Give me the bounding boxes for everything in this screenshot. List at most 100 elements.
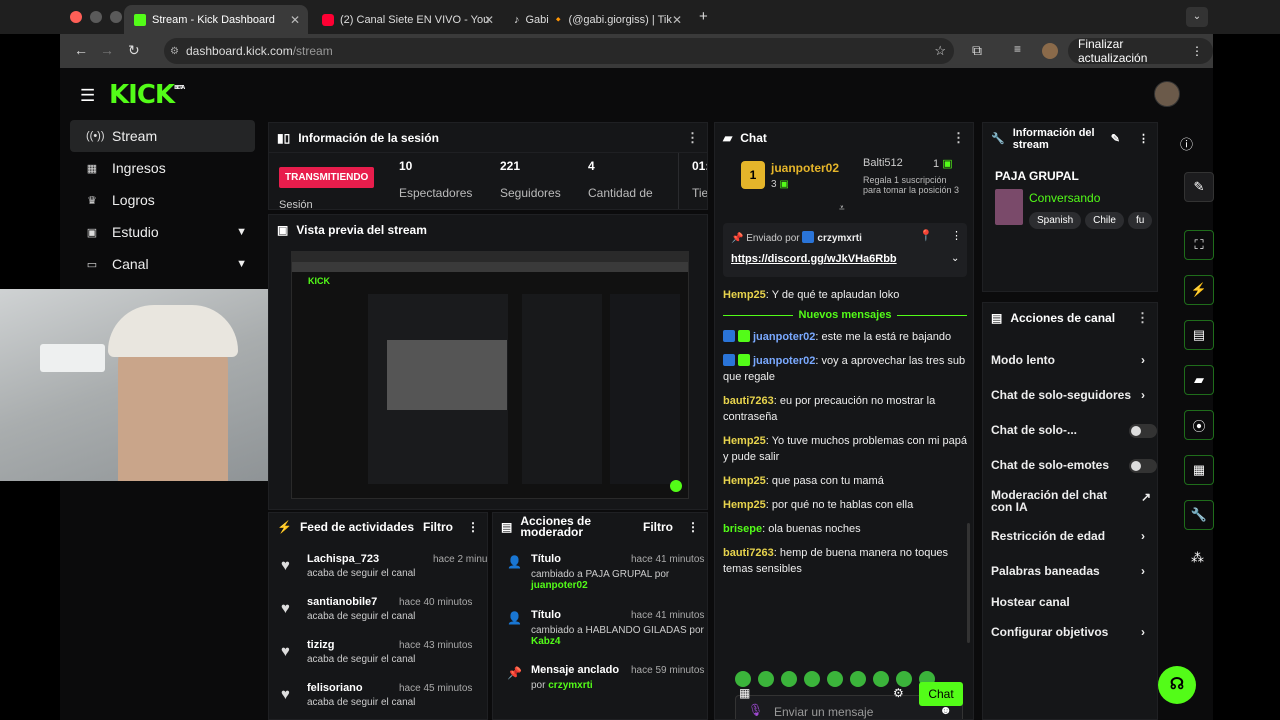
tag-pill[interactable]: Spanish: [1029, 212, 1082, 229]
chat-username[interactable]: Hemp25: [723, 435, 766, 447]
sidebar-item-logros[interactable]: ♛ Logros: [70, 184, 255, 216]
rail-notes-button[interactable]: ▤: [1184, 320, 1214, 350]
more-options-icon[interactable]: ⋮: [1138, 133, 1149, 145]
chat-username[interactable]: bauti7263: [723, 547, 774, 559]
site-info-icon[interactable]: ⚙: [170, 46, 179, 57]
edit-layout-button[interactable]: ✎: [1184, 172, 1214, 202]
chat-username[interactable]: Hemp25: [723, 499, 766, 511]
emote-icon[interactable]: [896, 671, 912, 687]
reload-icon[interactable]: ↻: [128, 42, 140, 59]
stream-preview-video[interactable]: KICK: [291, 251, 689, 499]
chat-username[interactable]: juanpoter02: [753, 355, 815, 367]
action-banned-words[interactable]: Palabras baneadas ›: [991, 564, 1145, 578]
browser-tab-kick[interactable]: Stream - Kick Dashboard ✕: [124, 5, 308, 34]
emote-icon[interactable]: [850, 671, 866, 687]
action-goals[interactable]: Configurar objetivos ›: [991, 625, 1145, 639]
chevron-down-icon[interactable]: ⌄: [951, 253, 959, 264]
chat-username[interactable]: Hemp25: [723, 475, 766, 487]
zoom-window-icon[interactable]: [110, 11, 122, 23]
kick-logo[interactable]: KICKBETA: [109, 80, 185, 110]
bookmark-star-icon[interactable]: ☆: [934, 43, 946, 59]
emotes-only-toggle[interactable]: [1129, 459, 1157, 473]
rail-layout-button[interactable]: ▦: [1184, 455, 1214, 485]
rail-wrench-button[interactable]: 🔧: [1184, 500, 1214, 530]
sidebar-item-ingresos[interactable]: ▦ Ingresos: [70, 152, 255, 184]
rail-broadcast-button[interactable]: ⦿: [1184, 410, 1214, 440]
dots-cluster-icon[interactable]: ⁂: [1191, 550, 1204, 566]
action-slow-mode[interactable]: Modo lento ›: [991, 353, 1145, 367]
chat-username[interactable]: Hemp25: [723, 289, 766, 301]
second-gifter-name[interactable]: Balti512: [863, 157, 903, 169]
chat-username[interactable]: brisepe: [723, 523, 762, 535]
pinned-link[interactable]: https://discord.gg/wJkVHa6Rbb: [731, 253, 897, 265]
browser-tab-tiktok[interactable]: ♪ Gabi 🔸 (@gabi.giorgiss) | Tik ✕: [504, 5, 690, 34]
chat-username[interactable]: bauti7263: [723, 395, 774, 407]
more-options-icon[interactable]: ⋮: [952, 130, 965, 146]
tab-search-icon[interactable]: ⌄: [1186, 7, 1208, 27]
feed-username[interactable]: Lachispa_723: [307, 553, 415, 565]
emote-icon[interactable]: [804, 671, 820, 687]
stream-category[interactable]: Conversando: [1029, 191, 1100, 205]
collapse-icon[interactable]: ⩡: [839, 203, 845, 214]
store-icon[interactable]: ▦: [739, 686, 750, 700]
subs-only-toggle[interactable]: [1129, 424, 1157, 438]
emote-icon[interactable]: [827, 671, 843, 687]
close-tab-icon[interactable]: ✕: [484, 13, 494, 27]
microphone-icon[interactable]: 🎙: [748, 703, 763, 717]
emote-icon[interactable]: [873, 671, 889, 687]
close-tab-icon[interactable]: ✕: [290, 13, 300, 27]
sidebar-item-stream[interactable]: ((•)) Stream: [70, 120, 255, 152]
rail-bolt-button[interactable]: ⚡: [1184, 275, 1214, 305]
address-bar[interactable]: ⚙ dashboard.kick.com/stream ☆: [164, 38, 954, 64]
pinned-user[interactable]: crzymxrti: [817, 233, 861, 244]
chat-scrollbar[interactable]: [967, 523, 970, 643]
sidebar-item-canal[interactable]: ▭ Canal ▼: [70, 248, 255, 280]
rail-capture-button[interactable]: ⛶: [1184, 230, 1214, 260]
extensions-icon[interactable]: ⧉: [972, 42, 982, 59]
action-user[interactable]: juanpoter02: [531, 580, 706, 591]
more-options-icon[interactable]: ⋮: [951, 229, 962, 242]
category-thumbnail[interactable]: [995, 189, 1023, 225]
action-age-restriction[interactable]: Restricción de edad ›: [991, 529, 1145, 543]
more-options-icon[interactable]: ⋮: [686, 130, 699, 146]
more-options-icon[interactable]: ⋮: [687, 521, 699, 533]
profile-avatar[interactable]: [1042, 43, 1058, 59]
action-user[interactable]: Kabz4: [531, 636, 706, 647]
chat-username[interactable]: juanpoter02: [753, 331, 815, 343]
close-tab-icon[interactable]: ✕: [672, 13, 682, 27]
action-host-channel[interactable]: Hostear canal: [991, 595, 1070, 609]
back-icon[interactable]: ←: [74, 42, 88, 58]
menu-dots-icon[interactable]: ⋮: [1191, 44, 1203, 58]
sidebar-item-estudio[interactable]: ▣ Estudio ▼: [70, 216, 255, 248]
more-options-icon[interactable]: ⋮: [1136, 310, 1149, 326]
edit-pencil-icon[interactable]: ✎: [1111, 133, 1120, 145]
gifter-name[interactable]: juanpoter02: [771, 161, 839, 175]
tag-pill[interactable]: Chile: [1085, 212, 1124, 229]
browser-tab-youtube[interactable]: (2) Canal Siete EN VIVO - You ✕: [312, 5, 502, 34]
new-tab-icon[interactable]: +: [699, 8, 708, 25]
filter-button[interactable]: Filtro: [423, 520, 453, 534]
chat-send-button[interactable]: Chat: [919, 682, 963, 706]
hamburger-menu-icon[interactable]: ☰: [80, 86, 95, 106]
action-user[interactable]: crzymxrti: [548, 680, 592, 691]
close-window-icon[interactable]: [70, 11, 82, 23]
filter-button[interactable]: Filtro: [643, 521, 673, 533]
forward-icon[interactable]: →: [100, 42, 114, 58]
settings-gear-icon[interactable]: ⚙: [893, 686, 904, 700]
unpin-icon[interactable]: 📍: [919, 229, 933, 242]
more-options-icon[interactable]: ⋮: [467, 520, 479, 534]
action-followers-only[interactable]: Chat de solo-seguidores ›: [991, 388, 1145, 402]
rail-chat-button[interactable]: ▰: [1184, 365, 1214, 395]
info-icon[interactable]: ⓘ: [1180, 134, 1193, 153]
emote-icon[interactable]: [781, 671, 797, 687]
emote-icon[interactable]: [758, 671, 774, 687]
update-button[interactable]: Finalizar actualización ⋮: [1068, 37, 1213, 65]
emote-icon[interactable]: [735, 671, 751, 687]
support-chat-button[interactable]: ☊: [1158, 666, 1196, 704]
tag-pill[interactable]: fu: [1127, 212, 1153, 229]
user-avatar[interactable]: [1154, 81, 1180, 107]
media-controls-icon[interactable]: ≡: [1014, 42, 1021, 56]
minimize-window-icon[interactable]: [90, 11, 102, 23]
url-host: dashboard.kick.com: [186, 44, 293, 58]
action-ai-moderation[interactable]: Moderación del chat con IA ↗: [991, 489, 1151, 513]
